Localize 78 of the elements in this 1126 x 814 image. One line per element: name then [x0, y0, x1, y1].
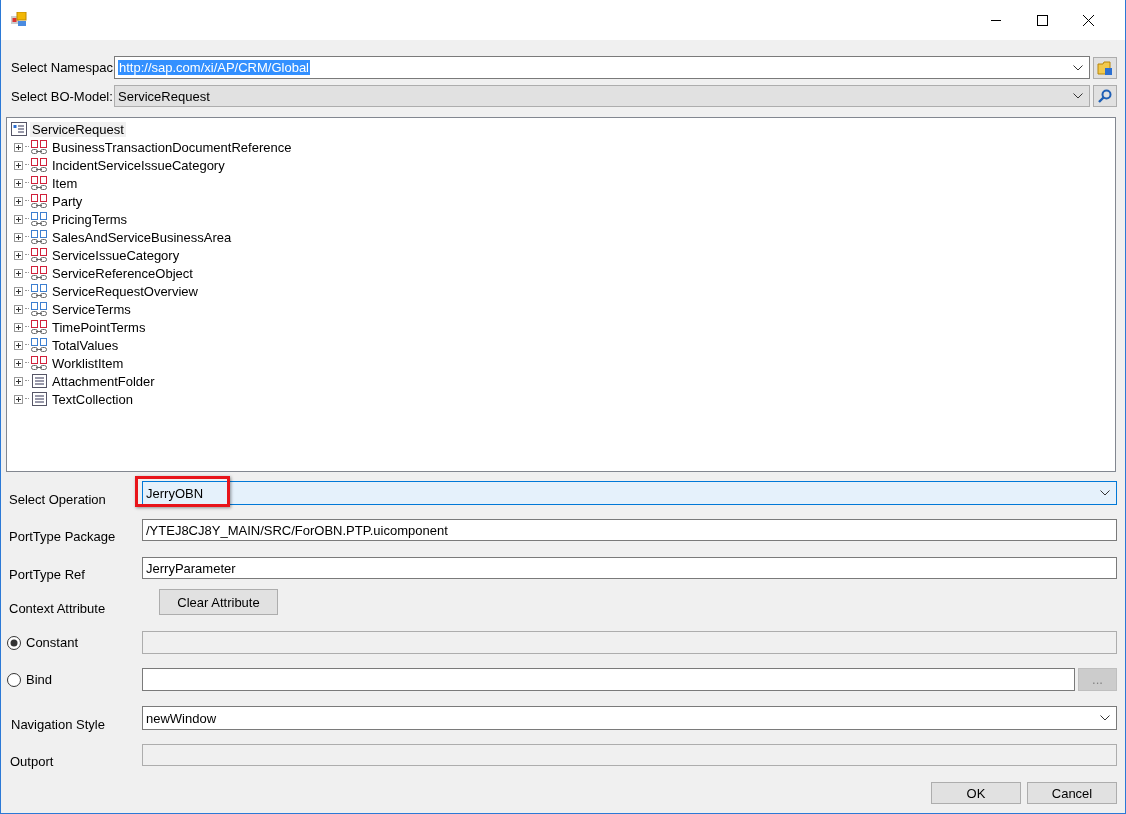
clear-attribute-button[interactable]: Clear Attribute: [159, 589, 278, 615]
operation-combo[interactable]: JerryOBN: [142, 481, 1117, 505]
list-icon: [30, 391, 48, 407]
node-icon: [30, 175, 48, 191]
chevron-down-icon[interactable]: [1100, 715, 1110, 721]
tree-node[interactable]: PricingTerms: [52, 211, 128, 227]
list-icon: [30, 373, 48, 389]
context-attribute-label: Context Attribute: [8, 599, 107, 616]
node-icon: [30, 247, 48, 263]
dialog-button[interactable]: Cancel: [1027, 782, 1117, 804]
tree-node[interactable]: TextCollection: [52, 391, 133, 407]
expand-icon[interactable]: [14, 232, 23, 242]
text-field[interactable]: [142, 668, 1075, 691]
node-icon: [30, 283, 48, 299]
tree-node[interactable]: ServiceIssueCategory: [52, 247, 180, 263]
radio-label: Bind: [26, 672, 53, 687]
node-icon: [30, 229, 48, 245]
porttype-ref-label: PortType Ref: [8, 565, 86, 582]
tree-node[interactable]: TotalValues: [52, 337, 119, 353]
text-field[interactable]: JerryParameter: [142, 557, 1117, 579]
tree-node[interactable]: IncidentServiceIssueCategory: [52, 157, 225, 173]
tree-node[interactable]: Item: [52, 175, 78, 191]
folder-button[interactable]: [1093, 56, 1117, 79]
tree-node[interactable]: ServiceRequestOverview: [52, 283, 198, 299]
expand-icon[interactable]: [14, 376, 23, 386]
chevron-down-icon[interactable]: [1100, 490, 1110, 496]
maximize-icon[interactable]: [1036, 14, 1048, 26]
tree-node[interactable]: TimePointTerms: [52, 319, 146, 335]
expand-icon[interactable]: [14, 322, 23, 332]
node-icon: [30, 319, 48, 335]
bo-model-label: Select BO-Model:: [11, 88, 114, 104]
node-icon: [30, 265, 48, 281]
dialog-button[interactable]: OK: [931, 782, 1021, 804]
chevron-down-icon[interactable]: [1073, 93, 1083, 99]
app-icon: [11, 12, 27, 28]
node-icon: [30, 337, 48, 353]
node-icon: [30, 301, 48, 317]
radio-label: Constant: [26, 635, 79, 650]
node-icon: [30, 193, 48, 209]
expand-icon[interactable]: [14, 358, 23, 368]
porttype-package-label: PortType Package: [8, 527, 117, 544]
radio-button[interactable]: [7, 672, 21, 687]
navigation-style-combo[interactable]: newWindow: [142, 706, 1117, 730]
node-icon: [30, 211, 48, 227]
expand-icon[interactable]: [14, 196, 23, 206]
expand-icon[interactable]: [14, 286, 23, 296]
operation-label: Select Operation: [8, 490, 107, 507]
expand-icon[interactable]: [14, 250, 23, 260]
node-icon: [30, 157, 48, 173]
chevron-down-icon[interactable]: [1073, 64, 1083, 71]
expand-icon[interactable]: [14, 214, 23, 224]
namespace-label: Select Namespac: [11, 60, 114, 75]
expand-icon[interactable]: [14, 178, 23, 188]
node-icon: [30, 139, 48, 155]
close-icon[interactable]: [1082, 14, 1094, 26]
expand-icon[interactable]: [14, 160, 23, 170]
text-field[interactable]: /YTEJ8CJ8Y_MAIN/SRC/ForOBN.PTP.uicomponent: [142, 519, 1117, 541]
minimize-icon[interactable]: [991, 19, 1001, 21]
bo-model-combo[interactable]: ServiceRequest: [114, 85, 1090, 107]
navigation-style-label: Navigation Style: [10, 715, 106, 732]
node-icon: [30, 355, 48, 371]
tree-node[interactable]: BusinessTransactionDocumentReference: [52, 139, 292, 155]
outport-label: Outport: [9, 752, 55, 769]
expand-icon[interactable]: [14, 394, 23, 404]
tree-node[interactable]: Party: [52, 193, 83, 209]
tree-node[interactable]: SalesAndServiceBusinessArea: [52, 229, 232, 245]
expand-icon[interactable]: [14, 340, 23, 350]
tree-node[interactable]: ServiceReferenceObject: [52, 265, 193, 281]
tree-node[interactable]: AttachmentFolder: [52, 373, 155, 389]
expand-icon[interactable]: [14, 304, 23, 314]
radio-button[interactable]: [7, 635, 21, 650]
tree-node[interactable]: WorklistItem: [52, 355, 124, 371]
form-icon: [11, 122, 27, 136]
expand-icon[interactable]: [14, 142, 23, 152]
expand-icon[interactable]: [14, 268, 23, 278]
tree-node[interactable]: ServiceRequest: [30, 121, 126, 137]
search-button[interactable]: [1093, 85, 1117, 107]
tree-node[interactable]: ServiceTerms: [52, 301, 131, 317]
